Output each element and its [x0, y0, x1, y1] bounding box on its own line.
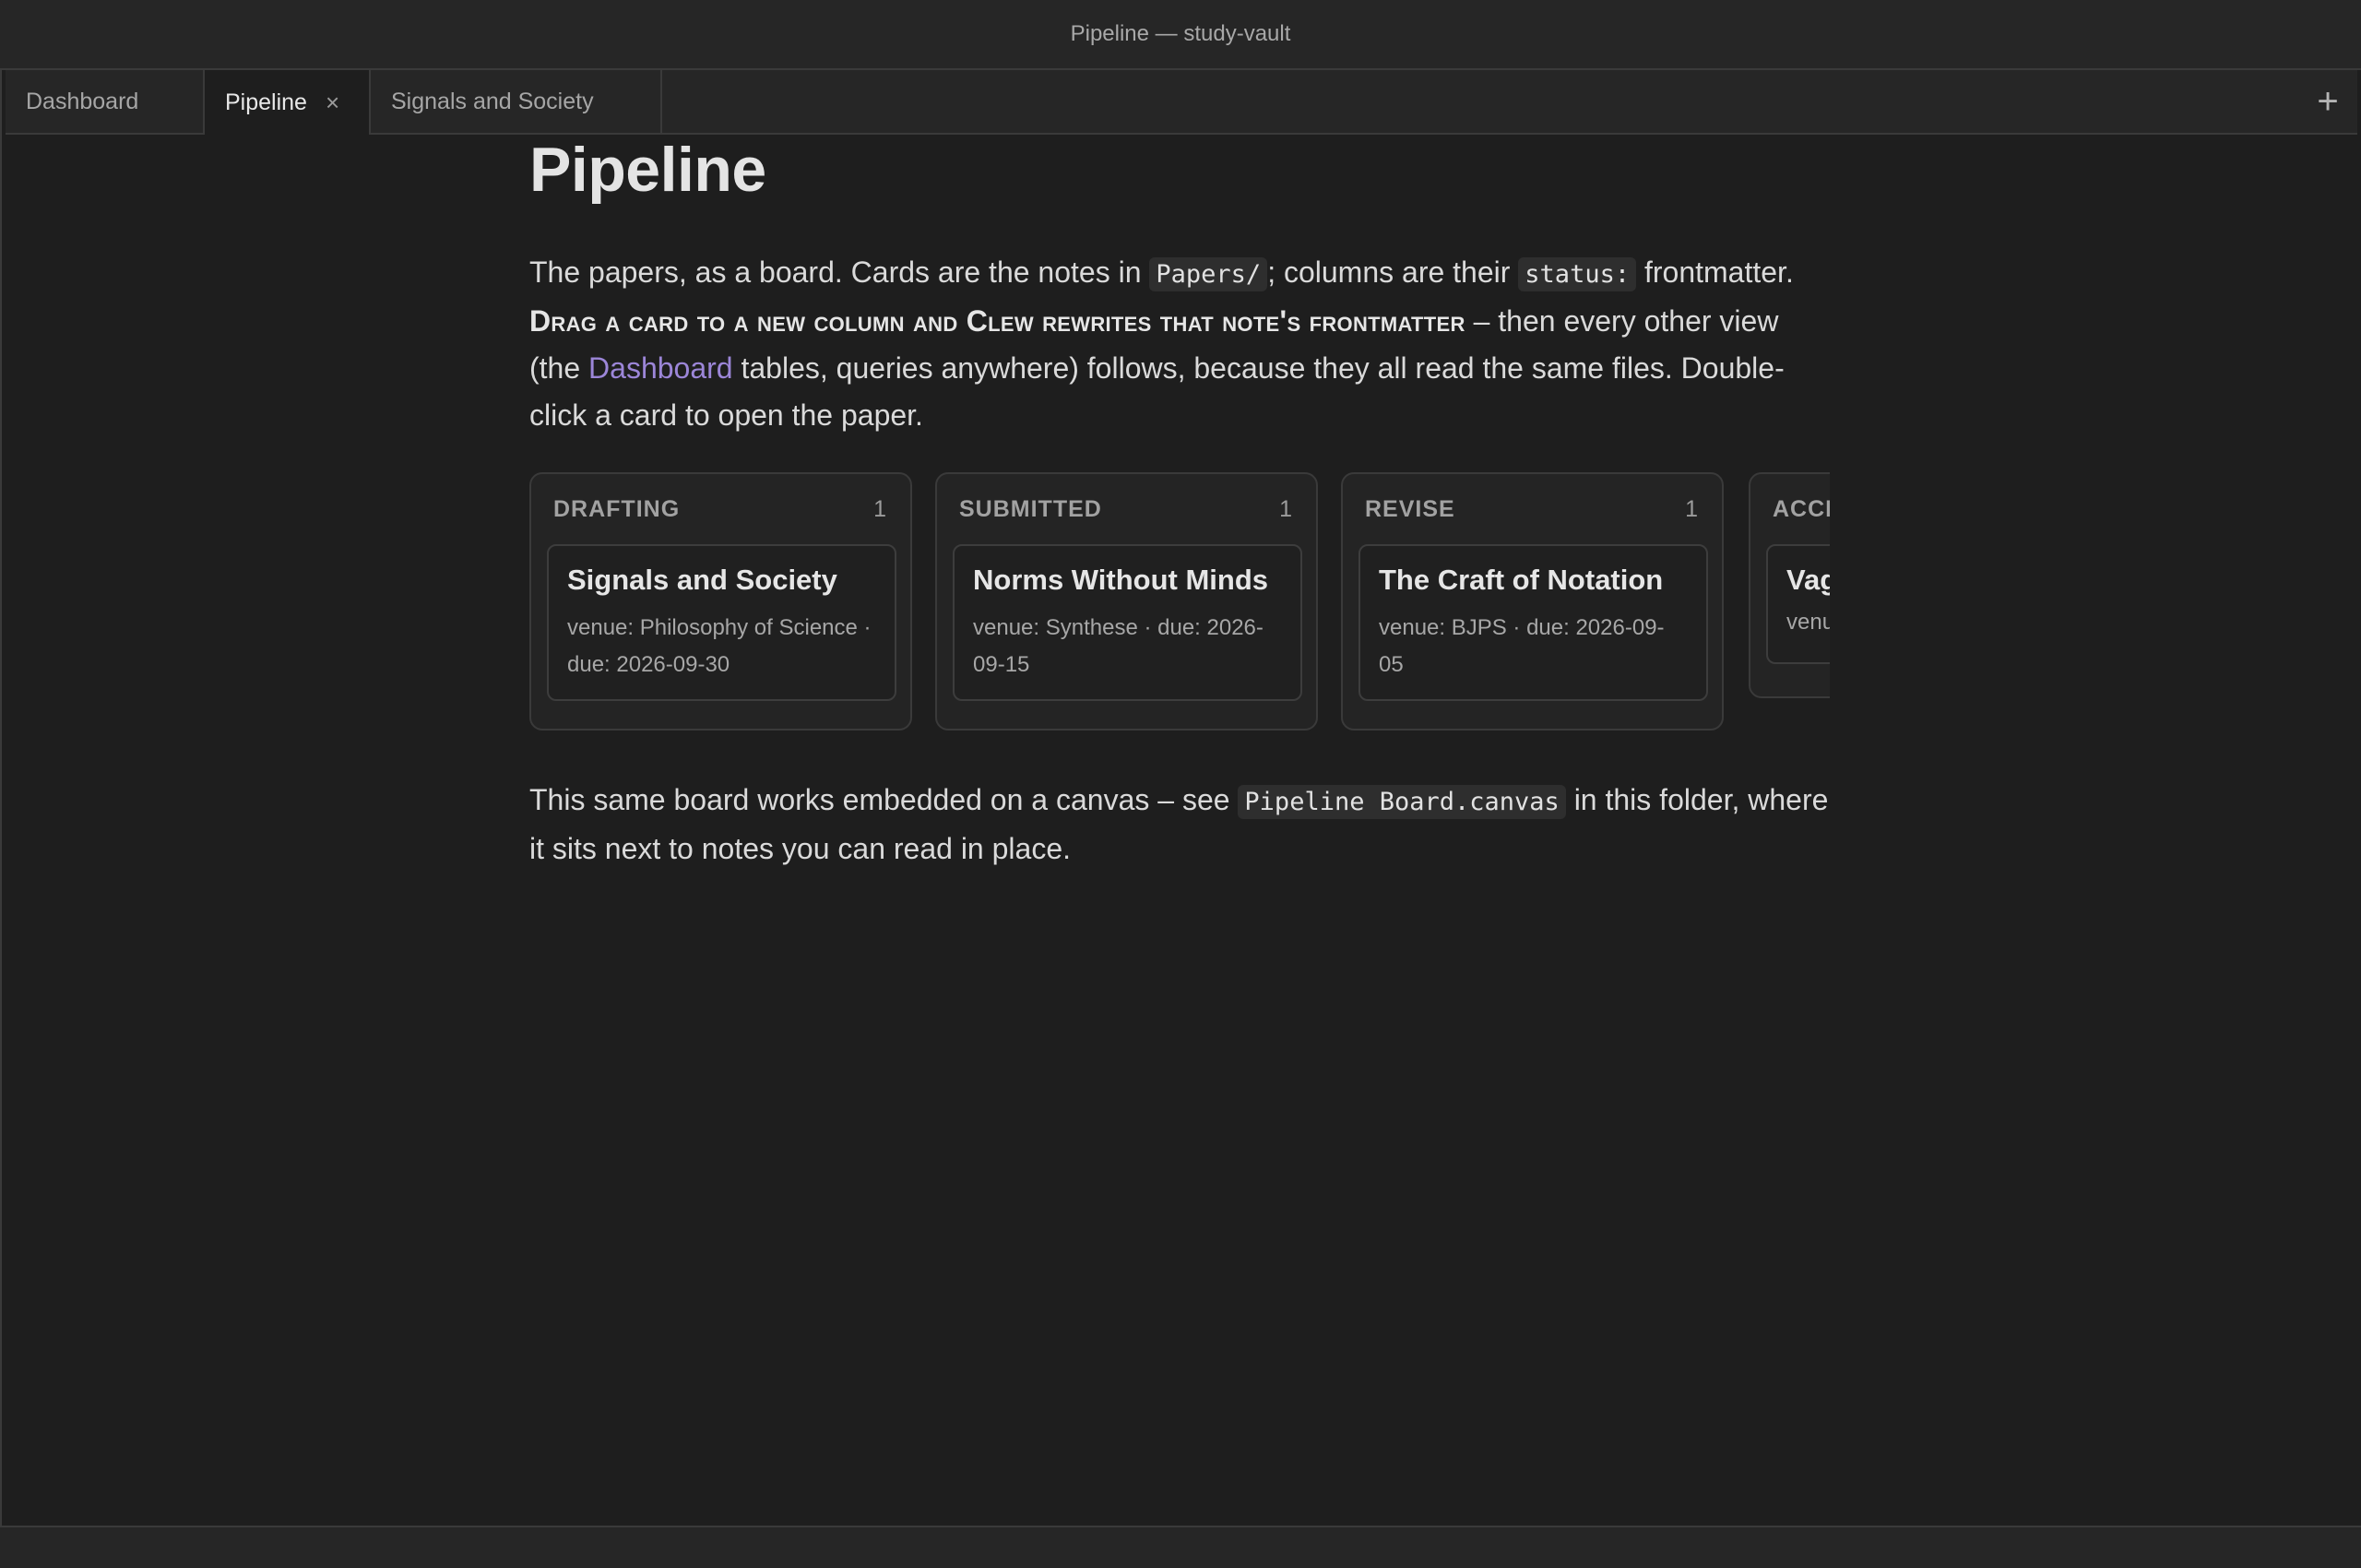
card-title: Vag [1786, 564, 1830, 596]
column-name: REVISE [1365, 496, 1455, 522]
board-column-submitted: SUBMITTED 1 Norms Without Minds venue: S… [935, 472, 1318, 731]
card-meta: venue: BJPS · due: 2026-09-05 [1379, 615, 1665, 678]
board-card[interactable]: Vag venu [1766, 544, 1830, 664]
card-meta: venue: Philosophy of Science · due: 2026… [567, 615, 872, 678]
board-column-drafting: DRAFTING 1 Signals and Society venue: Ph… [529, 472, 912, 731]
tab-label: Signals and Society [391, 88, 594, 114]
column-header: DRAFTING 1 [553, 496, 886, 523]
board-column-revise: REVISE 1 The Craft of Notation venue: BJ… [1341, 472, 1724, 731]
inline-code-canvas: Pipeline Board.canvas [1238, 785, 1566, 819]
column-header: REVISE 1 [1365, 496, 1698, 523]
tab-label: Dashboard [26, 88, 139, 114]
column-count: 1 [873, 496, 886, 522]
tab-dashboard[interactable]: Dashboard [6, 70, 205, 133]
intro-text: frontmatter. [1636, 255, 1794, 289]
card-meta: venu [1786, 610, 1830, 636]
column-name: ACCI [1773, 496, 1830, 522]
column-header: SUBMITTED 1 [959, 496, 1292, 523]
inline-code-status: status: [1518, 257, 1637, 291]
tab-label: Pipeline [225, 89, 307, 115]
board-card[interactable]: Norms Without Minds venue: Synthese · du… [953, 544, 1302, 701]
new-tab-plus-icon[interactable]: + [2309, 70, 2346, 133]
kanban-board: DRAFTING 1 Signals and Society venue: Ph… [529, 472, 1830, 734]
board-card[interactable]: The Craft of Notation venue: BJPS · due:… [1358, 544, 1708, 701]
dashboard-link[interactable]: Dashboard [588, 351, 733, 385]
outro-text: This same board works embedded on a canv… [529, 783, 1239, 816]
card-meta: venue: Synthese · due: 2026-09-15 [973, 615, 1264, 678]
page-title: Pipeline [529, 135, 766, 205]
intro-text: The papers, as a board. Cards are the no… [529, 255, 1150, 289]
column-count: 1 [1685, 496, 1698, 522]
close-icon[interactable]: × [326, 89, 339, 117]
column-name: DRAFTING [553, 496, 681, 522]
intro-text: ; columns are their [1267, 255, 1519, 289]
card-title: Norms Without Minds [973, 564, 1269, 596]
tab-pipeline[interactable]: Pipeline × [205, 70, 371, 135]
board-card[interactable]: Signals and Society venue: Philosophy of… [547, 544, 896, 701]
window-title: Pipeline — study-vault [0, 0, 2361, 68]
tab-signals-and-society[interactable]: Signals and Society [371, 70, 662, 133]
emphasis-text: Drag a card to a new column and Clew rew… [529, 304, 1465, 338]
card-title: Signals and Society [567, 564, 837, 596]
card-title: The Craft of Notation [1379, 564, 1664, 596]
outro-paragraph: This same board works embedded on a canv… [529, 777, 1830, 873]
board-column-accepted: ACCI Vag venu [1749, 472, 1830, 698]
inline-code-papers: Papers/ [1149, 257, 1268, 291]
intro-paragraph: The papers, as a board. Cards are the no… [529, 249, 1830, 439]
note-content: Pipeline The papers, as a board. Cards a… [529, 138, 1830, 902]
column-count: 1 [1279, 496, 1292, 522]
tab-bar: Dashboard Pipeline × Signals and Society… [6, 70, 2357, 135]
column-name: SUBMITTED [959, 496, 1102, 522]
column-header: ACCI [1773, 496, 1830, 523]
